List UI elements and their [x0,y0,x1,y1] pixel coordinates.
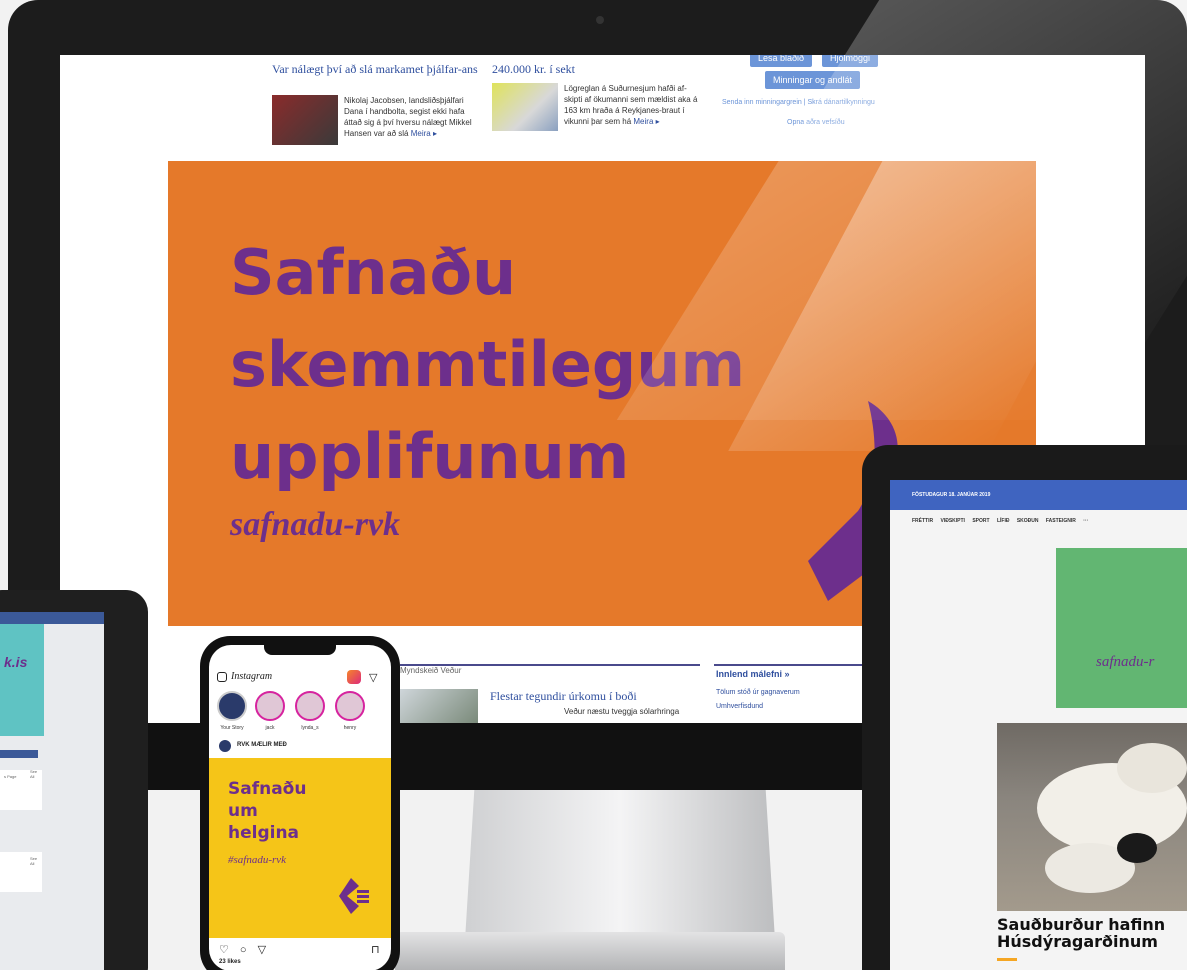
read-paper-button[interactable]: Lesa blaðið [750,55,813,67]
tablet-left: k.is s Page See All See All [0,590,148,970]
cover-image: k.is [0,624,44,736]
igtv-icon[interactable] [347,670,361,684]
article-photo[interactable] [997,723,1187,911]
date-label: FÖSTUDAGUR 18. JANÚAR 2019 [912,492,991,498]
post-image[interactable]: Safnaðu um helgina #safnadu-rvk [209,758,391,938]
news-summary: Lögreglan á Suðurnesjum hafði af-skipti … [564,83,704,127]
news-item-left[interactable]: Var nálægt því að slá markamet þjálfar-a… [272,63,482,76]
story-name: jack [265,725,275,731]
tablet-left-screen: k.is s Page See All See All [0,612,104,970]
story-avatar[interactable] [217,691,247,721]
tablet-right-screen: FÖSTUDAGUR 18. JANÚAR 2019 FRÉTTIR VIÐSK… [890,480,1187,970]
story-avatar[interactable] [295,691,325,721]
see-all-link[interactable]: See All [30,769,42,779]
camera-icon [596,16,604,24]
app-logo: Instagram [231,671,273,682]
likes-count: 23 likes [219,959,241,965]
story-avatar[interactable] [255,691,285,721]
tabs-label[interactable]: Myndskeið Veður [400,666,461,675]
post-heading: Safnaðu um helgina [228,779,307,843]
ad-banner[interactable]: safnadu-r [1056,548,1187,708]
weather-thumbnail[interactable] [400,689,478,723]
lamb-head-shape [1117,833,1157,863]
facebook-topbar [0,612,104,624]
banner-tag: safnadu-rvk [230,506,401,543]
innlend-item[interactable]: Umhverfisdund [716,703,763,710]
submit-links[interactable]: Senda inn minningargrein | Skrá dánartil… [722,99,875,106]
see-all-link[interactable]: See All [30,856,42,866]
section-tabs[interactable]: Myndskeið Veður [400,664,700,678]
bookmark-icon[interactable]: ⊓ [371,943,380,956]
story-name: lynda_s [301,725,319,731]
news-thumbnail[interactable] [272,95,338,145]
monitor-stand-base [395,932,785,970]
open-other-site-link[interactable]: Opna aðra vefsíðu [787,119,845,126]
article-headline[interactable]: Sauðburður hafinn Húsdýragarðinum [997,916,1187,950]
innlend-title[interactable]: Innlend málefni » [716,669,790,679]
post-actions[interactable]: ♡ ○ ▽ [219,943,270,956]
sheep-head-shape [1117,743,1187,793]
brand-mark-icon [339,878,369,914]
date-bar: FÖSTUDAGUR 18. JANÚAR 2019 [890,480,1187,510]
news-thumbnail[interactable] [492,83,558,131]
story-name: Your Story [220,725,244,731]
story-avatar[interactable] [335,691,365,721]
page-label: s Page [4,774,17,779]
obituaries-button[interactable]: Minningar og andlát [765,71,861,89]
phone-notch [264,645,336,655]
main-nav[interactable]: FRÉTTIR VIÐSKIPTI SPORT LÍFIÐ SKOÐUN FAS… [912,518,1088,524]
category-accent [997,958,1017,961]
news-summary: Nikolaj Jacobsen, landsliðsþjálfari Dana… [344,95,484,139]
monitor-stand [465,790,775,940]
podcast-button[interactable]: Hjólmöggi [822,55,879,67]
innlend-item[interactable]: Tölum stóð úr gagnaverum [716,689,800,696]
phone-screen: Instagram ▽ Your Story jack lynda_s henr… [209,645,391,970]
banner-tag: safnadu-r [1096,654,1155,670]
weather-headline[interactable]: Flestar tegundir úrkomu í boði [490,689,637,704]
direct-message-icon[interactable]: ▽ [369,671,377,684]
tablet-right: FÖSTUDAGUR 18. JANÚAR 2019 FRÉTTIR VIÐSK… [862,445,1187,970]
news-headline[interactable]: 240.000 kr. í sekt [492,63,702,76]
post-username[interactable]: RVK MÆLIR MEÐ [237,742,287,748]
camera-icon[interactable] [217,672,227,682]
news-item-mid[interactable]: 240.000 kr. í sekt [492,63,702,76]
weather-summary: Veður næstu tveggja sólarhringa [564,707,680,716]
info-card: s Page See All [0,769,42,810]
more-link[interactable]: Meira ▸ [633,117,659,126]
smartphone: Instagram ▽ Your Story jack lynda_s henr… [200,636,400,970]
news-headline[interactable]: Var nálægt því að slá markamet þjálfar-a… [272,63,482,76]
post-hashtag: #safnadu-rvk [228,854,287,866]
more-link[interactable]: Meira ▸ [411,129,437,138]
domain-label: k.is [4,654,28,670]
news-summary-text: Nikolaj Jacobsen, landsliðsþjálfari Dana… [344,96,472,138]
post-avatar[interactable] [219,740,231,752]
story-name: henry [343,725,357,731]
news-summary-text: Lögreglan á Suðurnesjum hafði af-skipti … [564,84,698,126]
info-card: See All [0,852,42,892]
action-bar[interactable] [0,750,38,758]
